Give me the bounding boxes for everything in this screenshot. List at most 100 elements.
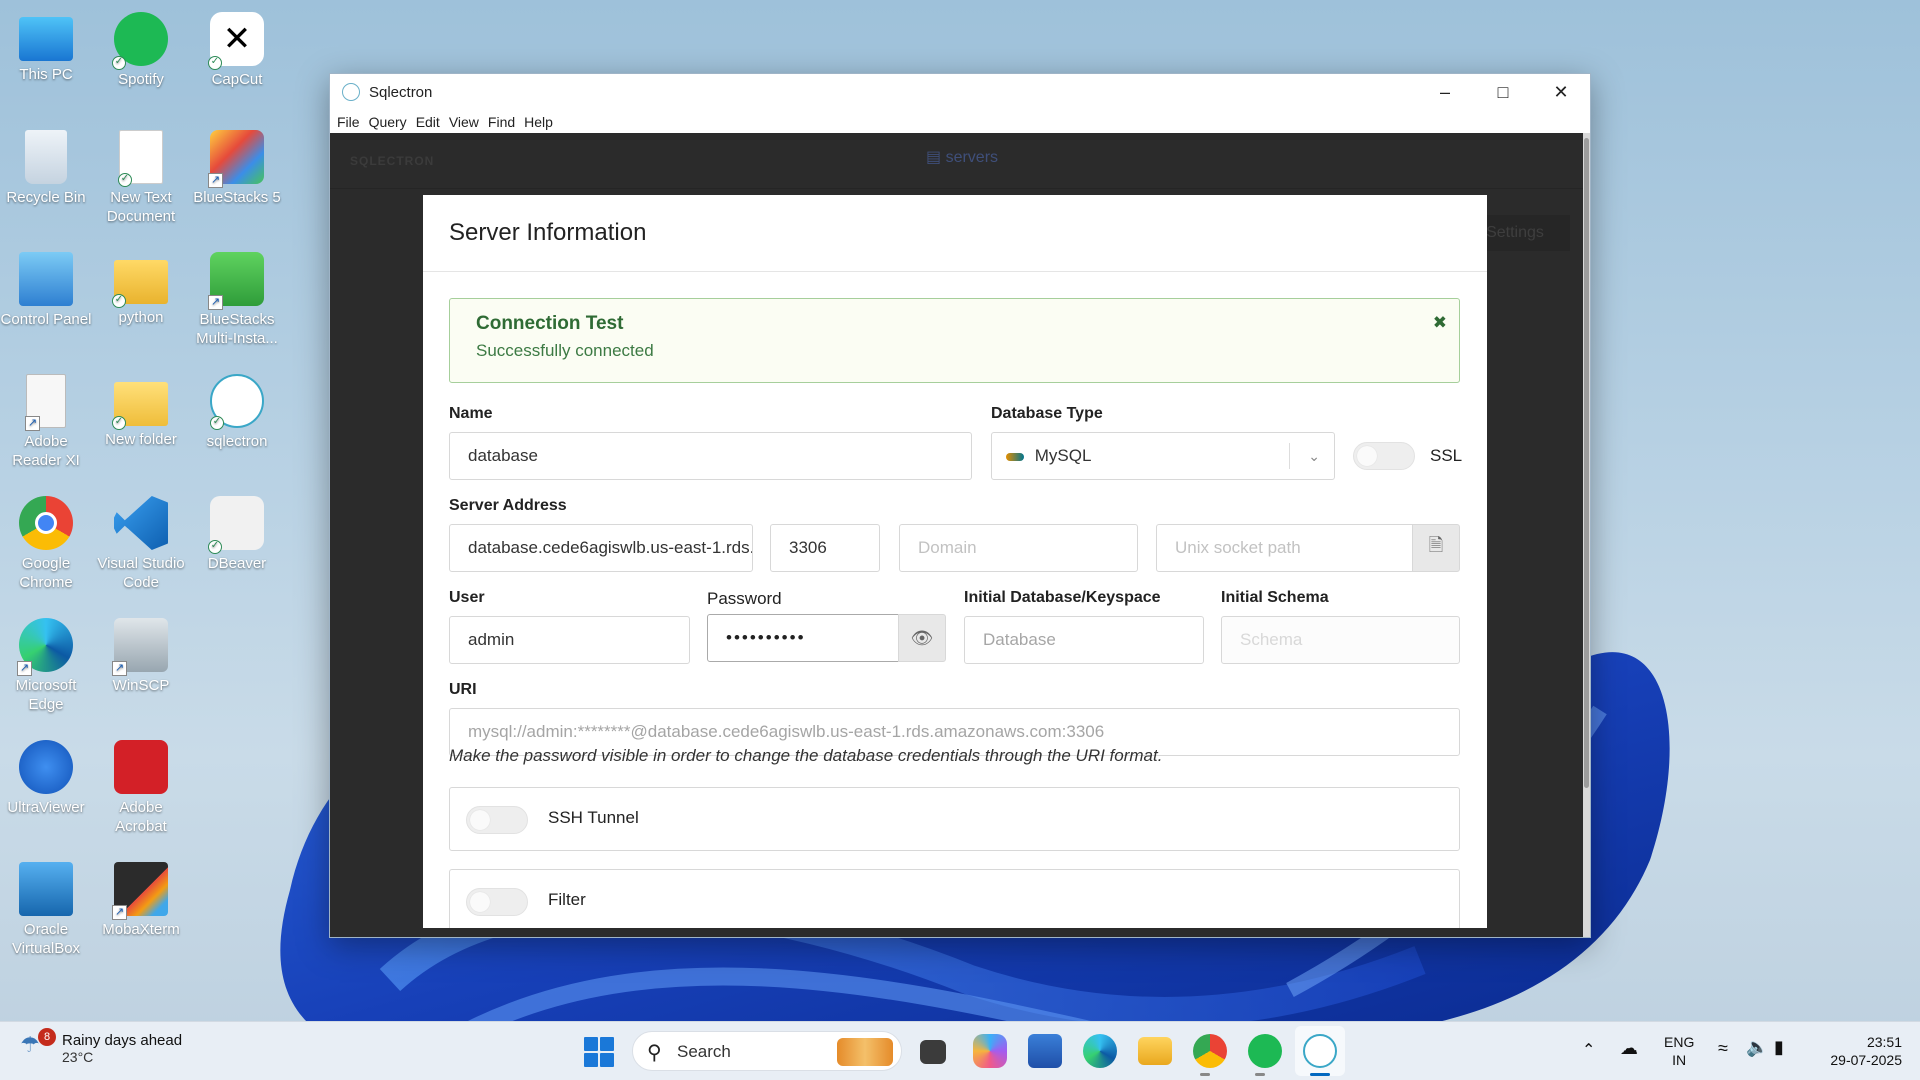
desktop-icon-label: BlueStacks 5: [193, 189, 281, 206]
desktop-icon-python[interactable]: ✓ python: [95, 252, 187, 327]
desktop-icon-bluestacks-5[interactable]: ↗ BlueStacks 5: [191, 130, 283, 207]
app-logo: SQLECTRON: [350, 153, 435, 168]
desktop-icon-adobe-acrobat[interactable]: Adobe Acrobat: [95, 740, 187, 836]
file-explorer-icon[interactable]: [1138, 1037, 1172, 1065]
initial-schema-input[interactable]: Schema: [1221, 616, 1460, 664]
weather-title: Rainy days ahead: [62, 1032, 183, 1049]
chevron-up-icon[interactable]: ⌃: [1582, 1040, 1595, 1060]
dbeaver-icon: ✓: [208, 496, 264, 554]
close-icon[interactable]: ✖: [1433, 313, 1447, 333]
server-icon: ▤: [926, 149, 946, 166]
chrome-taskbar-icon[interactable]: [1193, 1034, 1227, 1068]
servers-tab[interactable]: ▤ servers: [926, 147, 998, 167]
menu-file[interactable]: File: [337, 114, 369, 130]
connection-test-alert: Connection Test Successfully connected ✖: [449, 298, 1460, 383]
menu-query[interactable]: Query: [369, 114, 416, 130]
database-type-select[interactable]: MySQL ⌄: [991, 432, 1335, 480]
clock[interactable]: 23:51 29-07-2025: [1812, 1033, 1902, 1069]
desktop-icon-dbeaver[interactable]: ✓ DBeaver: [191, 496, 283, 573]
desktop-icon-label: Adobe Acrobat: [115, 799, 167, 835]
edge-taskbar-icon[interactable]: [1083, 1034, 1117, 1068]
database-type-value: MySQL: [1034, 446, 1092, 465]
mysql-icon: [1006, 452, 1024, 461]
user-label: User: [449, 589, 485, 606]
virtualbox-icon: [19, 862, 73, 916]
name-input[interactable]: database: [449, 432, 972, 480]
ssl-toggle[interactable]: [1353, 442, 1415, 470]
window-titlebar[interactable]: Sqlectron – □ ✕: [330, 74, 1590, 110]
desktop-icon-label: This PC: [19, 66, 73, 83]
minimize-button[interactable]: –: [1416, 74, 1474, 110]
start-button[interactable]: [584, 1037, 614, 1067]
desktop-icon-bluestacks-multi[interactable]: ↗ BlueStacks Multi-Insta...: [191, 252, 283, 348]
filter-toggle[interactable]: [466, 888, 528, 916]
name-label: Name: [449, 405, 493, 422]
rain-umbrella-icon: ☂ 8: [20, 1028, 56, 1060]
domain-input[interactable]: Domain: [899, 524, 1138, 572]
menu-help[interactable]: Help: [524, 114, 562, 130]
app-header: SQLECTRON ▤ servers: [330, 133, 1590, 189]
store-icon[interactable]: [1028, 1034, 1062, 1068]
unix-socket-input[interactable]: Unix socket path: [1156, 524, 1413, 572]
sqlectron-app-icon: [342, 83, 360, 101]
toggle-password-visibility-button[interactable]: 👁: [898, 614, 946, 662]
spotify-taskbar-icon[interactable]: [1248, 1034, 1282, 1068]
initial-database-input[interactable]: Database: [964, 616, 1204, 664]
desktop-icon-label: Google Chrome: [19, 555, 73, 591]
desktop-icon-microsoft-edge[interactable]: ↗ Microsoft Edge: [0, 618, 92, 714]
search-label: Search: [677, 1042, 731, 1061]
volume-icon[interactable]: 🔈: [1746, 1037, 1768, 1058]
menu-view[interactable]: View: [449, 114, 488, 130]
spotify-icon: ✓: [112, 12, 168, 70]
menu-find[interactable]: Find: [488, 114, 524, 130]
task-view-icon[interactable]: [920, 1040, 946, 1064]
user-input[interactable]: admin: [449, 616, 690, 664]
desktop-icon-ultraviewer[interactable]: UltraViewer: [0, 740, 92, 817]
desktop-icon-capcut[interactable]: ✕ ✓ CapCut: [191, 12, 283, 89]
file-icon: 🗎: [1428, 535, 1444, 555]
desktop-icon-mobaxterm[interactable]: ↗ MobaXterm: [95, 862, 187, 939]
taskbar-search[interactable]: ⚲ Search: [632, 1031, 902, 1071]
desktop-icon-vscode[interactable]: Visual Studio Code: [95, 496, 187, 592]
desktop-icon-label: WinSCP: [112, 677, 170, 694]
tiger-illustration: [837, 1038, 893, 1066]
language-indicator[interactable]: ENG IN: [1664, 1033, 1694, 1069]
scrollbar-thumb[interactable]: [1584, 138, 1589, 788]
desktop-icon-this-pc[interactable]: This PC: [0, 12, 92, 84]
desktop-icon-recycle-bin[interactable]: Recycle Bin: [0, 130, 92, 207]
desktop-icon-control-panel[interactable]: Control Panel: [0, 252, 92, 329]
onedrive-icon[interactable]: ☁: [1620, 1038, 1638, 1059]
password-input[interactable]: ••••••••••: [707, 614, 899, 662]
filter-section: Filter: [449, 869, 1460, 928]
battery-icon[interactable]: ▮: [1774, 1037, 1784, 1058]
control-panel-icon: [19, 252, 73, 306]
ssh-tunnel-toggle[interactable]: [466, 806, 528, 834]
port-input[interactable]: 3306: [770, 524, 880, 572]
close-window-button[interactable]: ✕: [1532, 74, 1590, 110]
desktop-icon-adobe-reader[interactable]: ↗ Adobe Reader XI: [0, 374, 92, 470]
language-code: ENG: [1664, 1034, 1695, 1050]
desktop-icon-new-text-document[interactable]: ✓ New Text Document: [95, 130, 187, 226]
file-browse-button[interactable]: 🗎: [1412, 524, 1460, 572]
capcut-icon: ✕ ✓: [208, 12, 264, 70]
desktop-icon-label: Oracle VirtualBox: [11, 921, 81, 957]
desktop-icon-winscp[interactable]: ↗ WinSCP: [95, 618, 187, 695]
host-input[interactable]: database.cede6agiswlb.us-east-1.rds.amaz…: [449, 524, 753, 572]
desktop-icon-label: CapCut: [211, 71, 263, 88]
initial-database-label: Initial Database/Keyspace: [964, 589, 1161, 606]
window-title: Sqlectron: [369, 83, 433, 101]
desktop-icon-new-folder[interactable]: ✓ New folder: [95, 374, 187, 449]
desktop-icon-sqlectron[interactable]: ✓ sqlectron: [191, 374, 283, 451]
desktop-icon-spotify[interactable]: ✓ Spotify: [95, 12, 187, 89]
desktop-icon-label: Visual Studio Code: [97, 555, 185, 591]
weather-temperature: 23°C: [62, 1049, 94, 1065]
wifi-icon[interactable]: ≈: [1718, 1038, 1728, 1059]
menu-bar: File Query Edit View Find Help: [330, 110, 1590, 133]
maximize-button[interactable]: □: [1474, 74, 1532, 110]
menu-edit[interactable]: Edit: [416, 114, 449, 130]
weather-widget[interactable]: ☂ 8 Rainy days ahead 23°C: [20, 1028, 183, 1065]
desktop-icon-oracle-virtualbox[interactable]: Oracle VirtualBox: [0, 862, 92, 958]
desktop-icon-google-chrome[interactable]: Google Chrome: [0, 496, 92, 592]
sqlectron-taskbar-button[interactable]: [1295, 1026, 1345, 1076]
copilot-icon[interactable]: [973, 1034, 1007, 1068]
